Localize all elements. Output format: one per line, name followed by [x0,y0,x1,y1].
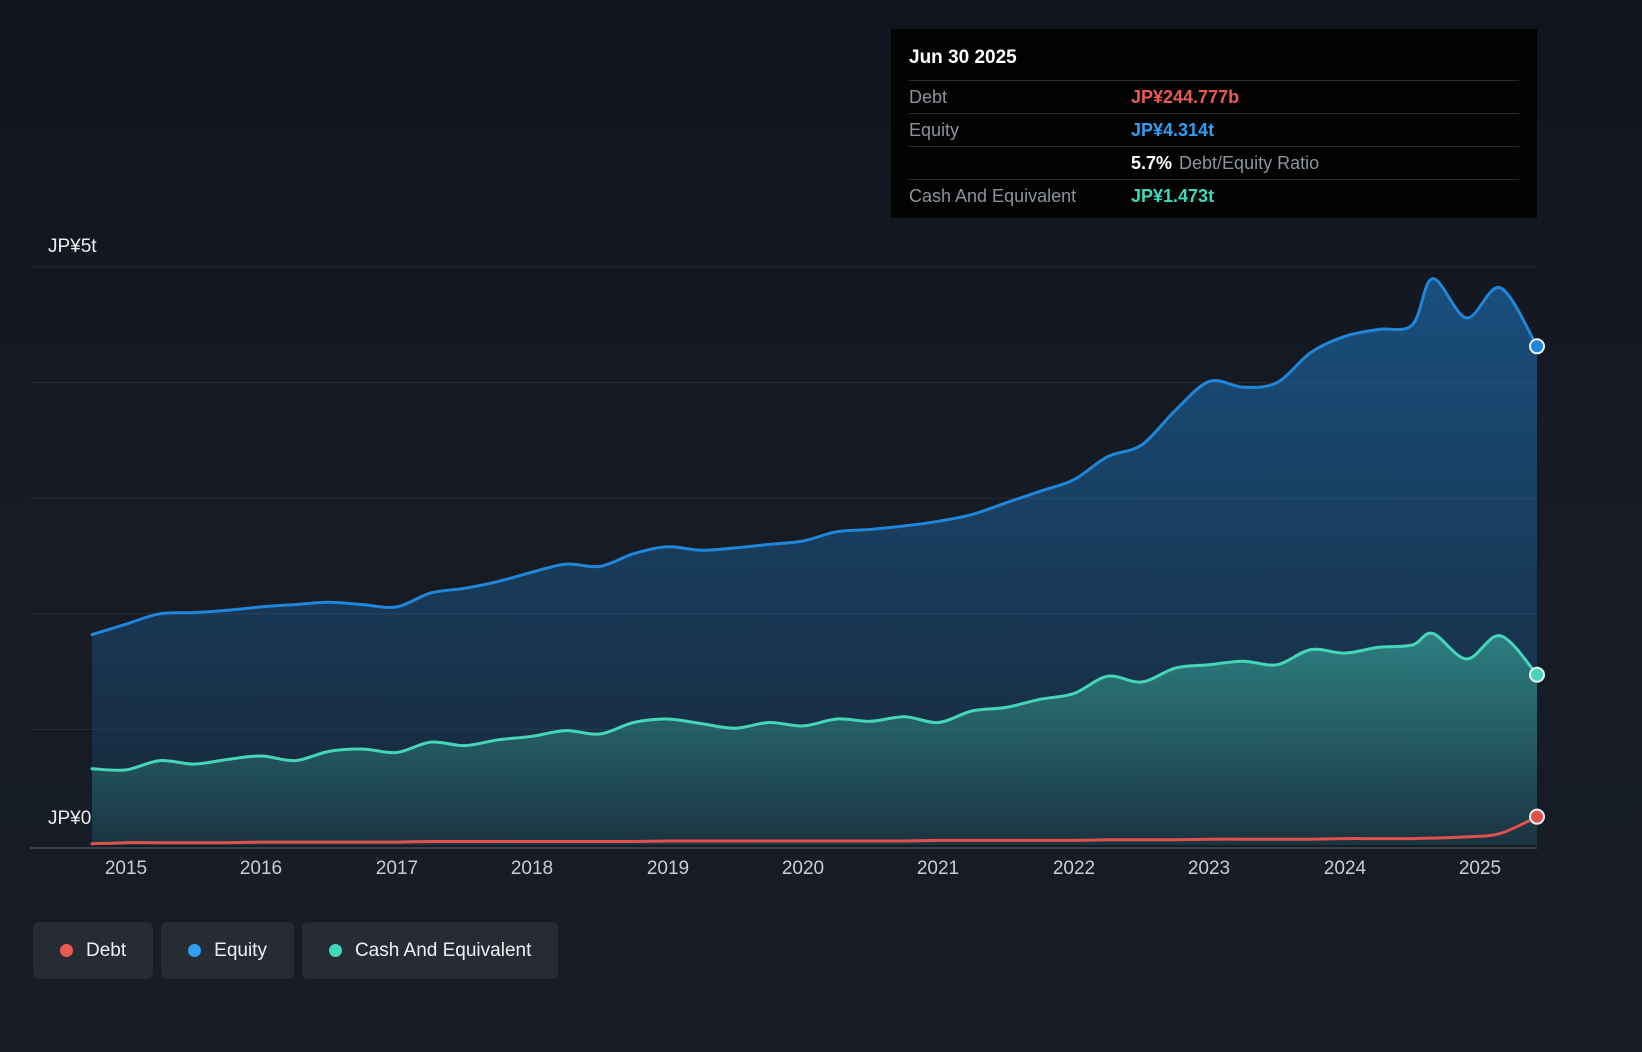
chart-legend: Debt Equity Cash And Equivalent [33,922,559,979]
debt-series-dot-icon [60,944,73,957]
x-axis-tick-2017: 2017 [375,858,419,879]
tooltip-row-equity: Equity JP¥4.314t [909,113,1519,146]
tooltip-cash-value: JP¥1.473t [1131,185,1215,206]
chart-tooltip: Jun 30 2025 Debt JP¥244.777b Equity JP¥4… [891,29,1537,218]
x-axis-tick-2018: 2018 [510,858,554,879]
tooltip-row-cash: Cash And Equivalent JP¥1.473t [909,179,1519,212]
tooltip-equity-value: JP¥4.314t [1131,119,1215,140]
tooltip-row-debt: Debt JP¥244.777b [909,80,1519,113]
tooltip-ratio-label: Debt/Equity Ratio [1179,152,1320,173]
equity-series-dot-icon [188,944,202,957]
legend-cash-label: Cash And Equivalent [354,939,532,961]
legend-item-equity[interactable]: Equity [161,922,294,979]
tooltip-debt-label: Debt [909,86,948,107]
legend-equity-label: Equity [214,939,267,961]
x-axis-tick-2016: 2016 [239,858,283,879]
tooltip-ratio: 5.7% Debt/Equity Ratio [1131,153,1319,174]
y-axis-label-5t: JP¥5t [48,236,97,257]
x-axis-tick-2015: 2015 [104,858,148,879]
x-axis-tick-2023: 2023 [1187,858,1231,879]
x-axis-tick-2024: 2024 [1323,858,1367,879]
tooltip-equity-label: Equity [909,119,960,140]
tooltip-debt-value: JP¥244.777b [1131,86,1240,107]
legend-item-cash[interactable]: Cash And Equivalent [301,922,559,979]
legend-item-debt[interactable]: Debt [33,922,154,979]
x-axis-tick-2022: 2022 [1052,858,1096,879]
x-axis-tick-2025: 2025 [1458,858,1502,879]
tooltip-cash-label: Cash And Equivalent [909,185,1077,206]
tooltip-row-ratio: 5.7% Debt/Equity Ratio [909,146,1519,179]
legend-debt-label: Debt [86,939,127,961]
cash-series-dot-icon [328,944,342,957]
tooltip-date: Jun 30 2025 [909,47,1017,68]
x-axis-tick-2021: 2021 [916,858,960,879]
tooltip-ratio-value: 5.7% [1131,152,1173,173]
x-axis-tick-2020: 2020 [781,858,825,879]
y-axis-label-0: JP¥0 [48,808,92,829]
x-axis-tick-2019: 2019 [646,858,690,879]
